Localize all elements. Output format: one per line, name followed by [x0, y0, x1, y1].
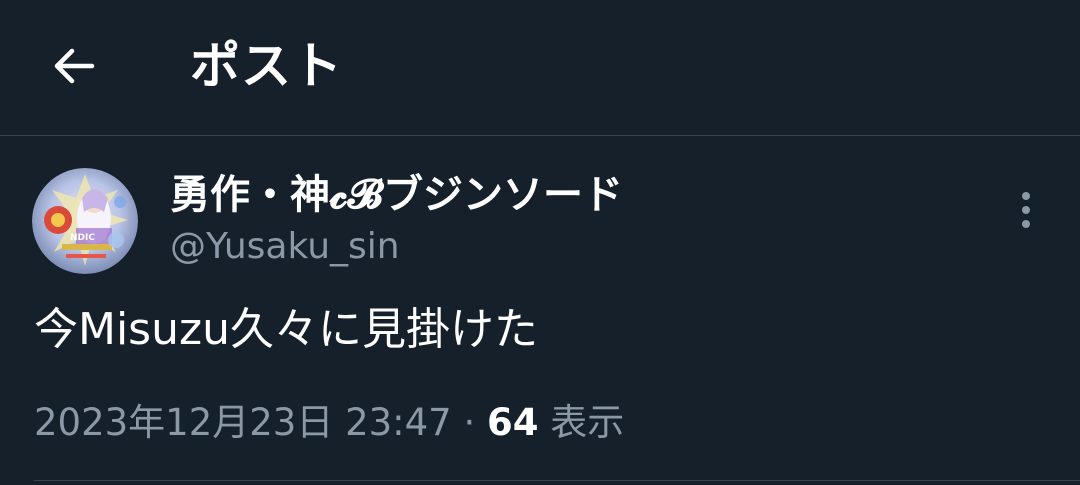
meta-separator: ·	[451, 401, 488, 444]
anime-artwork-avatar: NDIC	[32, 168, 138, 274]
divider	[34, 480, 1080, 481]
arrow-left-icon	[54, 48, 95, 84]
more-options-button[interactable]	[1002, 186, 1050, 234]
avatar[interactable]: NDIC	[32, 168, 138, 274]
views-count: 64	[487, 401, 539, 444]
page-title: ポスト	[190, 37, 343, 95]
post-meta: 2023年12月23日 23:47 · 64 表示	[34, 396, 624, 450]
back-button[interactable]	[40, 32, 108, 100]
post-detail-screen: ポスト NDIC 勇作・神𝓬𝓑ブジンソード @Yusaku_sin 今Misuz…	[0, 0, 1080, 485]
top-app-bar: ポスト	[0, 0, 1080, 136]
views-label: 表示	[538, 401, 625, 444]
author-handle[interactable]: @Yusaku_sin	[170, 224, 400, 270]
author-display-name[interactable]: 勇作・神𝓬𝓑ブジンソード	[170, 168, 623, 222]
post-timestamp[interactable]: 2023年12月23日 23:47	[34, 401, 452, 444]
post-text: 今Misuzu久々に見掛けた	[34, 304, 538, 355]
more-vertical-icon	[1022, 192, 1030, 228]
svg-text:NDIC: NDIC	[70, 233, 95, 243]
